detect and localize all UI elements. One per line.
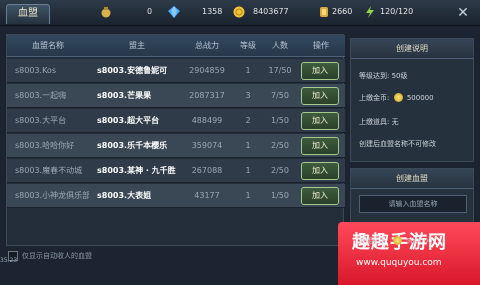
resource-value: 0	[147, 7, 153, 16]
site-watermark: 趣趣手游网 www.ququyou.com	[338, 222, 480, 285]
create-guild-panel: 创建血盟 请输入血盟名称	[350, 168, 474, 230]
guild-leader: s8003.安德鲁妮可	[97, 66, 168, 75]
guild-level: 3	[245, 91, 251, 100]
table-row: s8003.大平台 s8003.超大平台 488499 2 1/50 加入	[7, 109, 345, 133]
join-button[interactable]: 加入	[301, 112, 339, 130]
join-button[interactable]: 加入	[301, 162, 339, 180]
header-count: 人数	[272, 41, 288, 50]
guild-level: 1	[245, 66, 251, 75]
guild-name-input[interactable]: 请输入血盟名称	[359, 195, 467, 213]
create-cost-value: 500000	[405, 237, 433, 245]
resource-gem: 1358	[168, 6, 222, 20]
auto-accept-filter: 仅显示自动收人的血盟	[6, 248, 344, 266]
create-info-panel: 创建说明 等级达到: 50级 上缴金币: 500000 上缴道具: 无 创建后血…	[350, 38, 474, 162]
guild-power: 488499	[191, 116, 223, 125]
guild-member-count: 7/50	[271, 91, 289, 100]
guild-power: 267088	[191, 166, 223, 175]
gold-requirement-value: 500000	[406, 94, 434, 102]
header-level: 等级	[240, 41, 256, 50]
resource-value: 8403677	[253, 7, 289, 16]
coordinate-readout: 35.23	[0, 257, 18, 264]
gold-requirement-label: 上缴金币:	[359, 94, 390, 102]
join-button[interactable]: 加入	[301, 187, 339, 205]
guild-level: 1	[245, 191, 251, 200]
guild-name: s8003.哈哈你好	[15, 141, 75, 150]
resource-coin-bag: 0	[100, 6, 152, 20]
create-note: 创建后血盟名称不可修改	[359, 140, 436, 148]
guild-leader: s8003.某神 · 九千胜	[97, 166, 176, 175]
guild-member-count: 1/50	[271, 191, 289, 200]
table-row: s8003.一起嗨 s8003.芒果果 2087317 3 7/50 加入	[7, 84, 345, 108]
guild-power: 2087317	[189, 91, 225, 100]
gold-requirement: 上缴金币: 500000	[359, 93, 434, 103]
header-leader: 盟主	[129, 41, 145, 50]
guild-level: 1	[245, 141, 251, 150]
level-requirement: 等级达到: 50级	[359, 72, 408, 80]
guild-leader: s8003.芒果果	[97, 91, 152, 100]
guild-power: 43177	[194, 191, 220, 200]
resource-value: 2660	[332, 7, 353, 16]
guild-name: s8003.小神龙俱乐部	[15, 191, 89, 200]
guild-name: s8003.大平台	[15, 116, 67, 125]
gem-icon	[168, 6, 180, 18]
guild-member-count: 17/50	[268, 66, 292, 75]
guild-level: 2	[245, 116, 251, 125]
resource-value: 1358	[202, 7, 223, 16]
guild-name: s8003.Kos	[15, 66, 56, 75]
create-cost-label: 消耗金币:	[358, 237, 389, 245]
gold-coin-icon	[233, 6, 245, 18]
join-button[interactable]: 加入	[301, 87, 339, 105]
table-row: s8003.魔春不动城 s8003.某神 · 九千胜 267088 1 2/50…	[7, 159, 345, 183]
stamina-icon	[366, 6, 374, 18]
guild-leader: s8003.乐千本樱乐	[97, 141, 168, 150]
guild-leader: s8003.超大平台	[97, 116, 160, 125]
join-button[interactable]: 加入	[301, 137, 339, 155]
header-power: 总战力	[195, 41, 219, 50]
guild-name: s8003.魔春不动城	[15, 166, 83, 175]
guild-name: s8003.一起嗨	[15, 91, 67, 100]
resource-value: 120/120	[380, 7, 414, 16]
create-info-title: 创建说明	[351, 39, 473, 59]
top-bar: 血盟 0 1358 8403677 2660 120/120 ✕	[0, 0, 480, 26]
create-guild-title: 创建血盟	[351, 169, 473, 189]
table-header: 血盟名称 盟主 总战力 等级 人数 操作	[7, 35, 345, 57]
table-row: s8003.小神龙俱乐部 s8003.大表姐 43177 1 1/50 加入	[7, 184, 345, 208]
guild-level: 1	[245, 166, 251, 175]
table-row: s8003.Kos s8003.安德鲁妮可 2904859 1 17/50 加入	[7, 59, 345, 83]
create-cost: 消耗金币: 500000	[358, 236, 433, 246]
guild-leader: s8003.大表姐	[97, 191, 152, 200]
auto-accept-label: 仅显示自动收人的血盟	[22, 252, 92, 260]
join-button[interactable]: 加入	[301, 62, 339, 80]
header-guild-name: 血盟名称	[32, 41, 64, 50]
guild-member-count: 2/50	[271, 141, 289, 150]
tab-guild[interactable]: 血盟	[6, 4, 50, 24]
gold-coin-icon	[393, 93, 403, 102]
item-requirement: 上缴道具: 无	[359, 118, 399, 126]
guild-table: 血盟名称 盟主 总战力 等级 人数 操作 s8003.Kos s8003.安德鲁…	[6, 34, 345, 246]
resource-token: 2660	[318, 6, 352, 20]
header-action: 操作	[313, 41, 329, 50]
guild-power: 359074	[191, 141, 223, 150]
gold-coin-icon	[392, 236, 402, 245]
close-icon[interactable]: ✕	[454, 4, 472, 22]
table-row: s8003.哈哈你好 s8003.乐千本樱乐 359074 1 2/50 加入	[7, 134, 345, 158]
token-icon	[320, 7, 328, 17]
guild-member-count: 1/50	[271, 116, 289, 125]
resource-stamina: 120/120	[364, 6, 413, 20]
resource-gold: 8403677	[233, 6, 289, 20]
watermark-url: www.ququyou.com	[356, 258, 442, 268]
guild-member-count: 2/50	[271, 166, 289, 175]
guild-power: 2904859	[189, 66, 225, 75]
coin-bag-icon	[101, 7, 111, 18]
